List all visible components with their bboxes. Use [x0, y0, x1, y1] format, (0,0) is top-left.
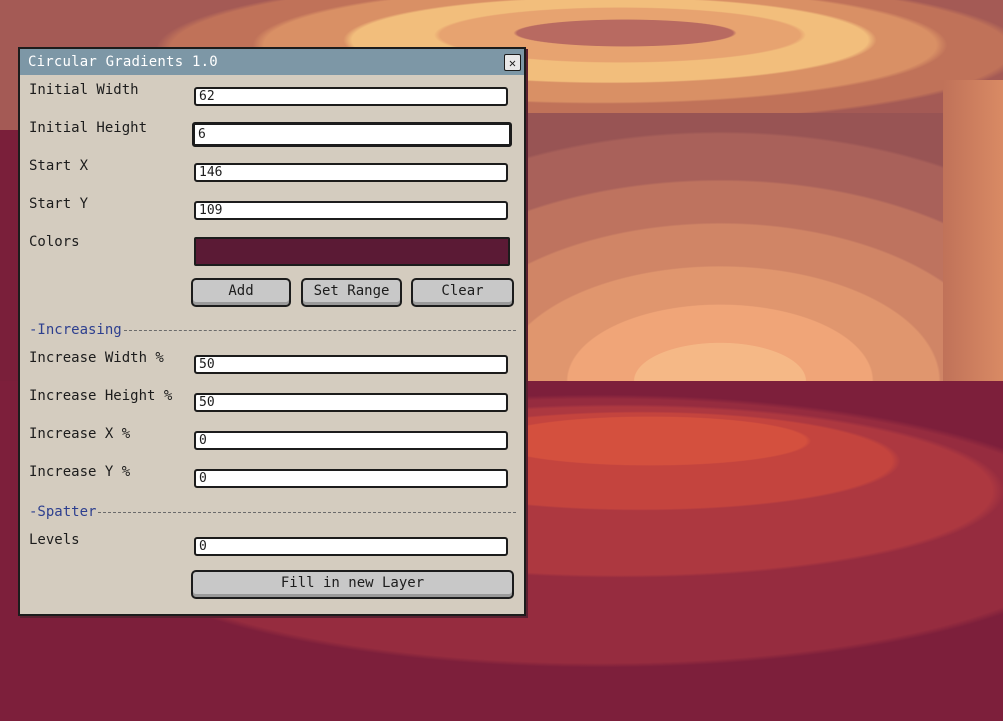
- increase-y-input[interactable]: [194, 469, 508, 488]
- colors-label: Colors: [29, 234, 80, 250]
- initial-height-label: Initial Height: [29, 120, 148, 136]
- initial-height-input[interactable]: [192, 122, 512, 147]
- set-range-button[interactable]: Set Range: [301, 278, 402, 307]
- start-x-input[interactable]: [194, 163, 508, 182]
- start-x-label: Start X: [29, 158, 89, 174]
- clear-button[interactable]: Clear: [411, 278, 514, 307]
- levels-input[interactable]: [194, 537, 508, 556]
- increase-x-input[interactable]: [194, 431, 508, 450]
- color-swatch[interactable]: [194, 237, 510, 266]
- increase-x-label: Increase X %: [29, 426, 131, 442]
- start-y-input[interactable]: [194, 201, 508, 220]
- section-divider: [98, 511, 516, 513]
- dialog-title: Circular Gradients 1.0: [28, 54, 218, 70]
- levels-label: Levels: [29, 532, 80, 548]
- initial-width-label: Initial Width: [29, 82, 139, 98]
- increase-height-input[interactable]: [194, 393, 508, 412]
- close-icon: ✕: [508, 55, 517, 70]
- spatter-section-header: -Spatter: [29, 504, 516, 520]
- increasing-section-header: -Increasing: [29, 322, 516, 338]
- increase-height-label: Increase Height %: [29, 388, 173, 404]
- spatter-section-label: -Spatter: [29, 504, 97, 520]
- close-button[interactable]: ✕: [504, 54, 521, 71]
- canvas-rightwall: [943, 80, 1003, 410]
- increase-width-label: Increase Width %: [29, 350, 164, 366]
- dialog-titlebar[interactable]: Circular Gradients 1.0 ✕: [20, 49, 524, 75]
- increase-width-input[interactable]: [194, 355, 508, 374]
- add-button[interactable]: Add: [191, 278, 291, 307]
- section-divider: [123, 329, 516, 331]
- circular-gradients-dialog: Circular Gradients 1.0 ✕ Initial Width I…: [18, 47, 526, 616]
- increase-y-label: Increase Y %: [29, 464, 131, 480]
- initial-width-input[interactable]: [194, 87, 508, 106]
- start-y-label: Start Y: [29, 196, 89, 212]
- increasing-section-label: -Increasing: [29, 322, 122, 338]
- fill-in-new-layer-button[interactable]: Fill in new Layer: [191, 570, 514, 599]
